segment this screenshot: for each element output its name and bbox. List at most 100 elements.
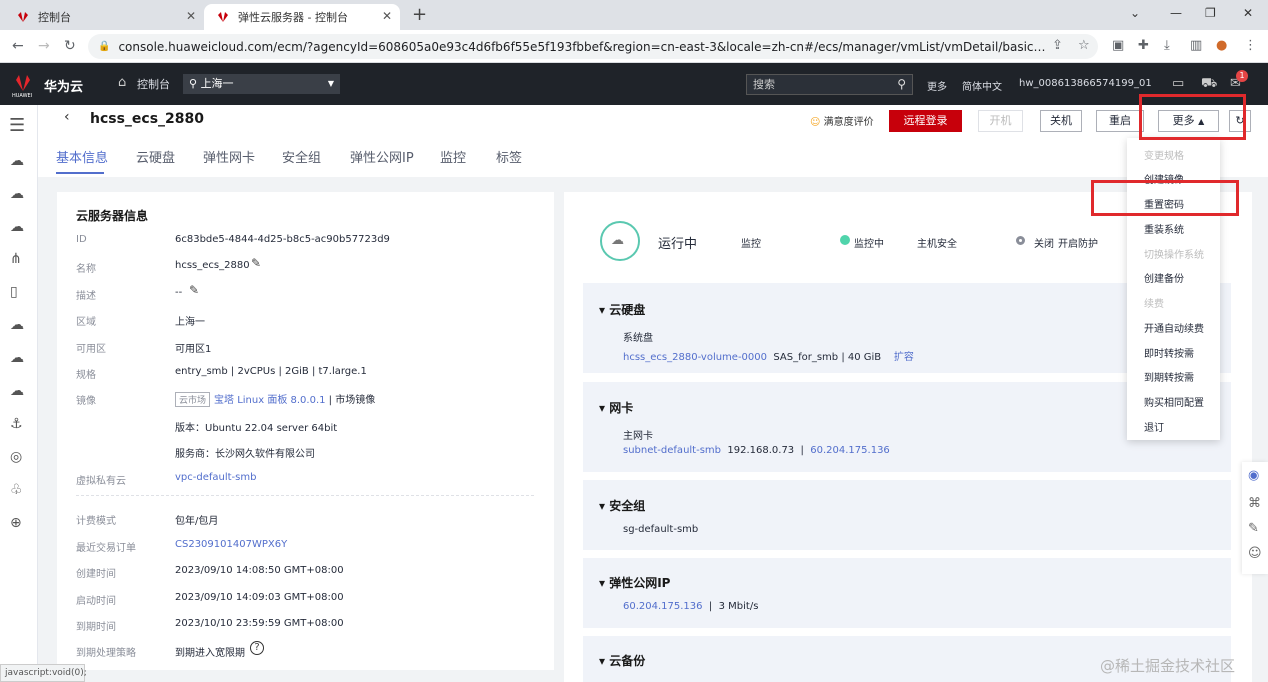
image-vendor: 服务商：长沙网久软件有限公司 [175, 449, 315, 460]
tab-disk[interactable]: 云硬盘 [136, 147, 175, 166]
backup-section-header[interactable]: ▾ 云备份 [599, 652, 645, 669]
expand-link[interactable]: 扩容 [894, 352, 914, 363]
cluster-icon[interactable]: ♧ [10, 482, 23, 498]
vpc-link[interactable]: vpc-default-smb [175, 472, 256, 483]
menu-item-create-backup[interactable]: 创建备份 [1144, 270, 1184, 285]
power-off-button[interactable]: 关机 [1040, 110, 1082, 132]
active-tab-indicator [56, 172, 104, 174]
header-more-link[interactable]: 更多 [927, 78, 947, 93]
minimize-icon[interactable]: — [1170, 6, 1182, 20]
tab-search-icon[interactable]: ⌄ [1130, 6, 1140, 20]
profile-avatar-icon[interactable]: ● [1216, 38, 1227, 53]
cloud-storage-icon[interactable]: ☁ [10, 219, 24, 235]
anchor-icon[interactable]: ⚓ [10, 416, 23, 432]
home-icon[interactable]: ⌂ [118, 75, 126, 90]
cloud-service-icon[interactable]: ☁ [10, 186, 24, 202]
menu-item-auto-renew[interactable]: 开通自动续费 [1144, 320, 1204, 335]
console-link[interactable]: 控制台 [137, 76, 170, 92]
maximize-icon[interactable]: ❐ [1205, 6, 1216, 20]
field-value-desc: -- [175, 287, 183, 298]
subnet-link[interactable]: subnet-default-smb [623, 445, 721, 456]
edit-pencil-icon[interactable]: ✎ [189, 283, 199, 297]
menu-item-change-spec[interactable]: 变更规格 [1144, 147, 1184, 162]
hamburger-menu-icon[interactable]: ☰ [9, 115, 25, 136]
cloud-icon[interactable]: ☁ [10, 350, 24, 366]
watermark: @稀土掘金技术社区 [1100, 657, 1236, 675]
menu-item-to-ondemand[interactable]: 即时转按需 [1144, 345, 1194, 360]
disk-section-header[interactable]: ▾ 云硬盘 [599, 301, 645, 318]
cloud-icon[interactable]: ☁ [10, 317, 24, 333]
search-icon[interactable]: ⚲ [897, 75, 906, 94]
region-select[interactable]: ⚲ 上海一 ▼ [183, 74, 340, 94]
disk-link[interactable]: hcss_ecs_2880-volume-0000 [623, 352, 767, 363]
browser-tab-ecs[interactable]: 弹性云服务器 - 控制台 ✕ [204, 4, 400, 30]
eip-link[interactable]: 60.204.175.136 [810, 445, 890, 456]
bookmark-star-icon[interactable]: ☆ [1078, 38, 1090, 53]
cloud-service-icon[interactable]: ☁ [10, 153, 24, 169]
search-input[interactable]: 搜索 ⚲ [746, 74, 913, 95]
language-link[interactable]: 简体中文 [962, 78, 1002, 93]
edit-pencil-icon[interactable]: ✎ [251, 256, 261, 270]
remote-login-button[interactable]: 远程登录 [889, 110, 962, 132]
menu-item-reinstall-os[interactable]: 重装系统 [1144, 221, 1184, 236]
cloud-icon[interactable]: ☁ [10, 383, 24, 399]
tab-basic-info[interactable]: 基本信息 [56, 147, 108, 166]
enable-protection-link[interactable]: 开启防护 [1058, 235, 1098, 250]
target-icon[interactable]: ◎ [10, 449, 22, 465]
url-field[interactable]: 🔒 console.huaweicloud.com/ecm/?agencyId=… [88, 34, 1098, 59]
reload-icon[interactable]: ↻ [64, 38, 76, 54]
image-link[interactable]: 宝塔 Linux 面板 8.0.0.1 [214, 395, 325, 406]
tab-security-group[interactable]: 安全组 [282, 147, 321, 166]
tab-eip[interactable]: 弹性公网IP [350, 147, 414, 166]
menu-item-expire-to-ondemand[interactable]: 到期转按需 [1144, 369, 1194, 384]
menu-item-buy-same[interactable]: 购买相同配置 [1144, 394, 1204, 409]
restart-button[interactable]: 重启 [1096, 110, 1144, 132]
new-tab-icon[interactable]: + [412, 4, 427, 25]
network-icon[interactable]: ⋔ [10, 251, 22, 267]
menu-item-unsubscribe[interactable]: 退订 [1144, 419, 1164, 434]
eip-address-link[interactable]: 60.204.175.136 [623, 601, 703, 612]
tab-title: 弹性云服务器 - 控制台 [238, 11, 348, 24]
back-arrow-icon[interactable]: ‹ [64, 109, 70, 125]
help-question-icon[interactable]: ? [250, 641, 264, 655]
tools-icon[interactable]: ⌘ [1248, 496, 1261, 511]
download-icon[interactable]: ⤓ [1164, 38, 1170, 53]
close-tab-icon[interactable]: ✕ [186, 9, 196, 23]
globe-icon[interactable]: ⊕ [10, 515, 22, 531]
screen-icon[interactable]: ▭ [1172, 76, 1184, 91]
sg-link[interactable]: sg-default-smb [623, 524, 698, 535]
forward-icon[interactable]: → [38, 38, 50, 54]
tab-nic[interactable]: 弹性网卡 [203, 147, 255, 166]
field-label: 规格 [76, 370, 96, 381]
puzzle-icon[interactable]: ✚ [1138, 38, 1149, 53]
document-icon[interactable]: ▯ [10, 284, 18, 300]
sidepanel-icon[interactable]: ▥ [1190, 38, 1202, 53]
close-tab-icon[interactable]: ✕ [382, 9, 392, 23]
tab-monitor[interactable]: 监控 [440, 147, 466, 166]
extension-icon[interactable]: ▣ [1112, 38, 1124, 53]
region-value: 上海一 [200, 77, 234, 90]
close-window-icon[interactable]: ✕ [1243, 6, 1253, 20]
smile-icon[interactable]: ☺ [1248, 546, 1262, 561]
brand-name[interactable]: 华为云 [44, 76, 83, 95]
user-name[interactable]: hw_008613866574199_01 [1019, 78, 1152, 89]
cart-icon[interactable]: ⛟ [1201, 76, 1217, 93]
menu-kebab-icon[interactable]: ⋮ [1244, 38, 1257, 53]
satisfaction-link[interactable]: ☺ 满意度评价 [810, 113, 874, 128]
field-value-created: 2023/09/10 14:08:50 GMT+08:00 [175, 565, 344, 576]
share-icon[interactable]: ⇪ [1052, 38, 1063, 53]
menu-item-switch-os[interactable]: 切换操作系统 [1144, 246, 1204, 261]
eip-section-header[interactable]: ▾ 弹性公网IP [599, 574, 670, 591]
back-icon[interactable]: ← [12, 38, 24, 54]
feedback-icon[interactable]: ✎ [1248, 521, 1259, 536]
browser-tab-console[interactable]: 控制台 ✕ [4, 4, 204, 30]
sg-section-header[interactable]: ▾ 安全组 [599, 497, 645, 514]
power-on-button[interactable]: 开机 [978, 110, 1023, 132]
nic-section-header[interactable]: ▾ 网卡 [599, 399, 633, 416]
field-value-az: 可用区1 [175, 344, 212, 355]
order-link[interactable]: CS2309101407WPX6Y [175, 539, 287, 550]
support-icon[interactable]: ◉ [1248, 468, 1259, 483]
field-value-billing: 包年/包月 [175, 516, 219, 527]
menu-item-renew[interactable]: 续费 [1144, 295, 1164, 310]
tab-tags[interactable]: 标签 [496, 147, 522, 166]
